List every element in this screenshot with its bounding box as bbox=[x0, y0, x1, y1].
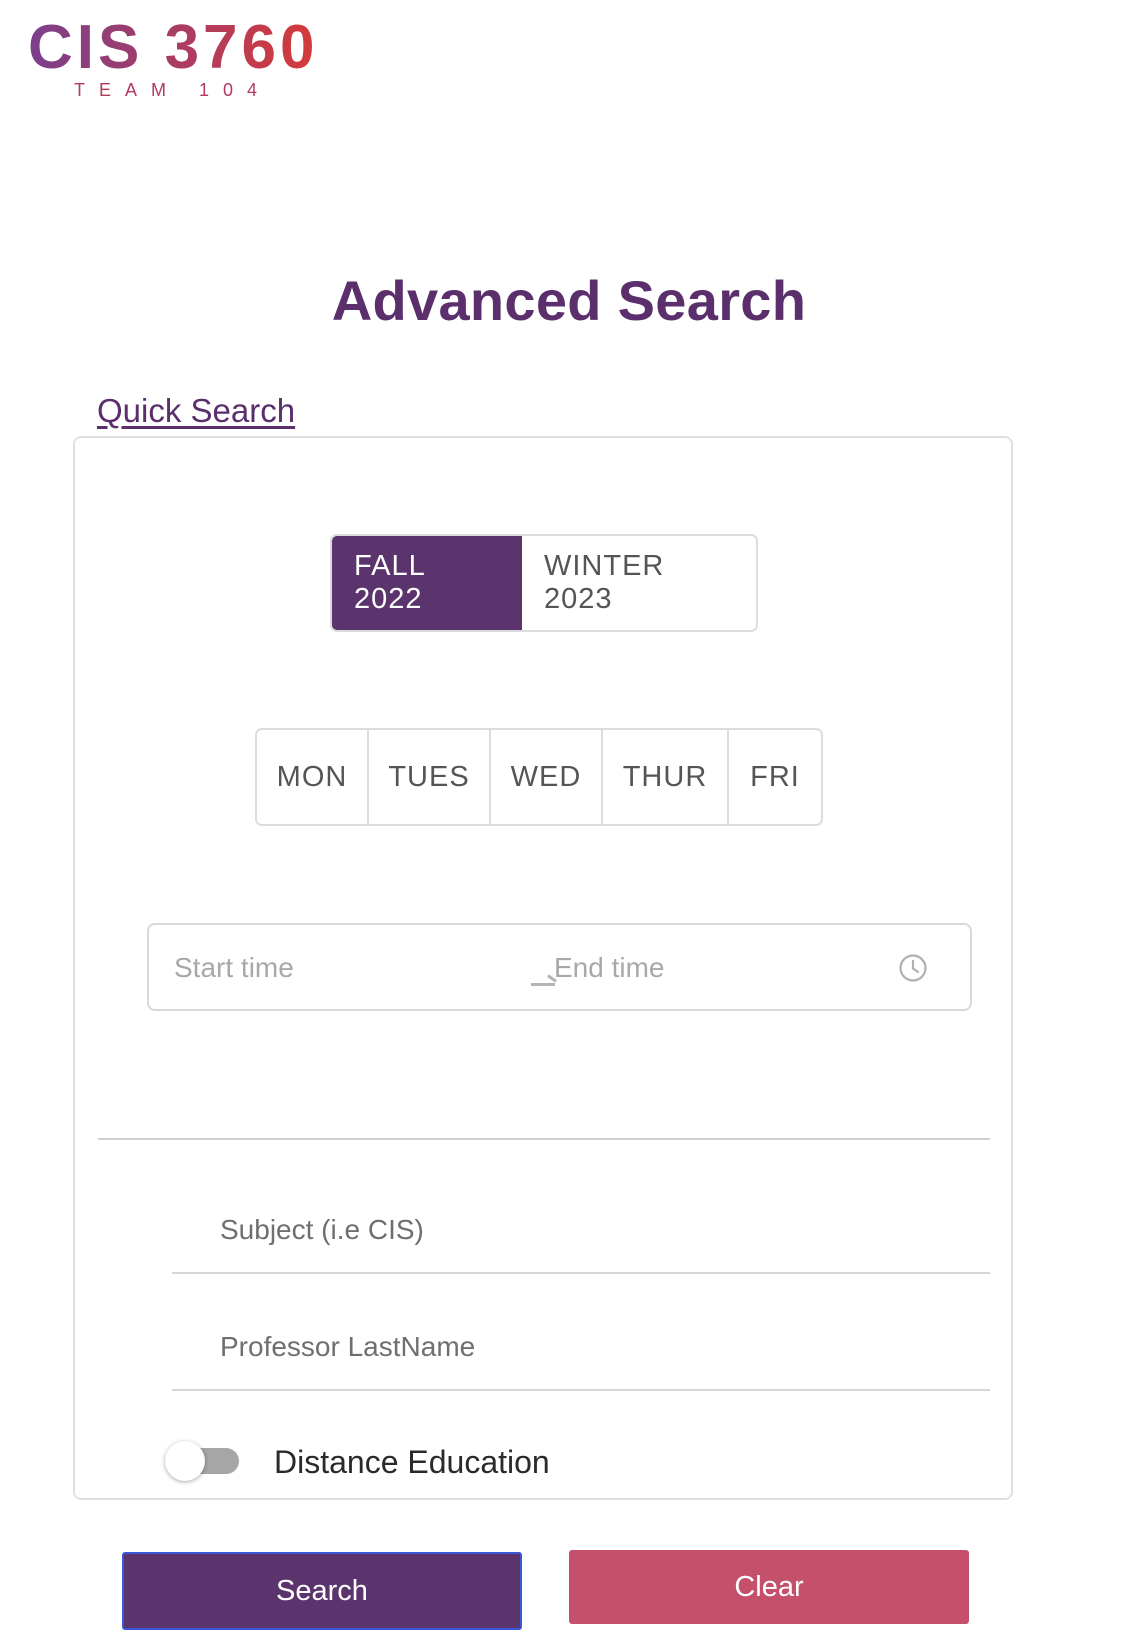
day-fri-button[interactable]: FRI bbox=[729, 730, 821, 824]
logo-graphic: CIS 3760 TEAM 104 bbox=[28, 13, 319, 100]
professor-lastname-field[interactable]: Professor LastName bbox=[172, 1291, 990, 1391]
logo: CIS 3760 TEAM 104 bbox=[26, 10, 346, 110]
logo-sub-text: TEAM 104 bbox=[74, 80, 271, 100]
time-range-picker[interactable]: Start time End time bbox=[147, 923, 972, 1011]
distance-education-toggle[interactable] bbox=[165, 1441, 241, 1481]
day-tues-button[interactable]: TUES bbox=[369, 730, 491, 824]
clock-icon bbox=[899, 954, 927, 982]
quick-search-link[interactable]: Quick Search bbox=[97, 392, 295, 430]
logo-main-text: CIS 3760 bbox=[28, 13, 319, 82]
toggle-knob bbox=[165, 1441, 205, 1481]
term-winter-2023-button[interactable]: WINTER 2023 bbox=[522, 536, 756, 630]
distance-education-label: Distance Education bbox=[274, 1444, 550, 1480]
term-selector: FALL 2022 WINTER 2023 bbox=[330, 534, 758, 632]
day-mon-button[interactable]: MON bbox=[257, 730, 369, 824]
section-divider bbox=[98, 1138, 990, 1140]
day-selector: MON TUES WED THUR FRI bbox=[255, 728, 823, 826]
end-time-input[interactable]: End time bbox=[554, 952, 665, 984]
range-arrow-icon bbox=[531, 983, 555, 986]
subject-field[interactable]: Subject (i.e CIS) bbox=[172, 1174, 990, 1274]
term-fall-2022-button[interactable]: FALL 2022 bbox=[332, 536, 522, 630]
day-thur-button[interactable]: THUR bbox=[603, 730, 729, 824]
subject-placeholder: Subject (i.e CIS) bbox=[220, 1214, 424, 1245]
professor-placeholder: Professor LastName bbox=[220, 1331, 476, 1362]
page-title: Advanced Search bbox=[331, 269, 807, 332]
search-button[interactable]: Search bbox=[122, 1552, 522, 1630]
clear-button[interactable]: Clear bbox=[569, 1550, 969, 1624]
start-time-input[interactable]: Start time bbox=[174, 952, 294, 984]
day-wed-button[interactable]: WED bbox=[491, 730, 603, 824]
